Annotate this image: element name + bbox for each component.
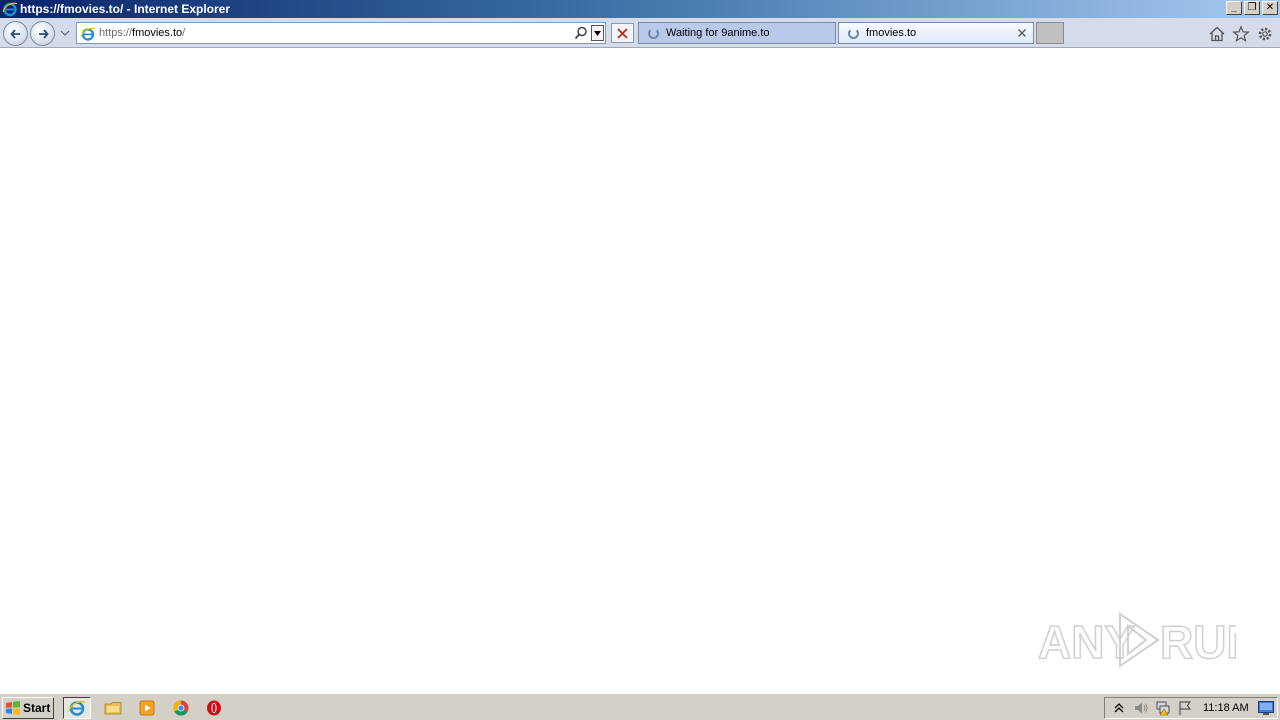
tab-fmovies[interactable]: fmovies.to [838,22,1034,44]
stop-button[interactable] [611,23,634,43]
tools-gear-icon[interactable] [1256,25,1274,43]
anyrun-watermark-logo: ANY RUN [1037,612,1236,669]
navigation-bar: https://fmovies.to/ Waiting for 9anime.t… [0,18,1280,48]
media-player-icon [139,700,155,716]
url-path: / [182,27,186,39]
new-tab-button[interactable] [1036,22,1064,44]
command-icons [1208,25,1274,43]
tab-label: fmovies.to [866,27,917,39]
favorites-star-icon[interactable] [1232,25,1250,43]
action-center-flag-icon[interactable] [1177,700,1193,716]
show-desktop-icon[interactable] [1258,701,1274,715]
restore-button[interactable]: ❐ [1244,1,1260,15]
clock[interactable]: 11:18 AM [1203,702,1249,714]
taskbar-opera[interactable] [200,697,228,719]
start-button[interactable]: Start [2,697,54,719]
address-url[interactable]: https://fmovies.to/ [99,23,185,43]
internet-explorer-icon [2,2,18,17]
taskbar-media-player[interactable] [133,697,161,719]
chevron-down-icon [594,30,601,36]
volume-icon[interactable] [1133,700,1149,716]
system-tray: 11:18 AM [1104,697,1278,719]
taskbar: Start 11:18 AM [0,693,1280,720]
taskbar-file-explorer[interactable] [99,697,127,719]
stop-x-icon [617,27,628,39]
window-title-bar[interactable]: https://fmovies.to/ - Internet Explorer … [0,0,1280,18]
taskbar-chrome[interactable] [167,697,195,719]
search-icon[interactable] [574,26,588,40]
taskbar-internet-explorer[interactable] [63,697,91,719]
url-host: fmovies.to [132,27,183,39]
home-icon[interactable] [1208,25,1226,43]
svg-text:RUN: RUN [1160,616,1236,668]
tab-close-icon[interactable] [1016,27,1028,39]
opera-icon [207,700,221,716]
chrome-icon [173,700,189,716]
recent-pages-dropdown-icon[interactable] [60,28,70,38]
loading-spinner-icon [848,27,859,39]
address-dropdown-button[interactable] [591,25,604,41]
close-button[interactable]: ✕ [1262,1,1278,15]
page-content-area[interactable] [0,49,1280,693]
show-hidden-icons-icon[interactable] [1111,700,1127,716]
back-arrow-icon [9,28,20,39]
minimize-button[interactable]: _ [1226,1,1242,15]
file-explorer-icon [104,702,122,715]
tab-9anime[interactable]: Waiting for 9anime.to [638,22,836,44]
page-ie-icon [80,27,96,41]
start-label: Start [23,701,51,715]
tab-label: Waiting for 9anime.to [666,27,770,39]
window-title: https://fmovies.to/ - Internet Explorer [20,2,231,16]
forward-arrow-icon [38,28,49,39]
loading-spinner-icon [648,27,659,39]
url-scheme: https:// [99,27,133,39]
network-icon[interactable] [1155,700,1171,716]
back-button[interactable] [3,21,28,46]
windows-logo-icon [6,701,20,715]
window-controls: _ ❐ ✕ [1226,1,1278,15]
address-bar[interactable]: https://fmovies.to/ [76,22,606,44]
internet-explorer-icon [68,700,86,716]
forward-button[interactable] [30,21,55,46]
